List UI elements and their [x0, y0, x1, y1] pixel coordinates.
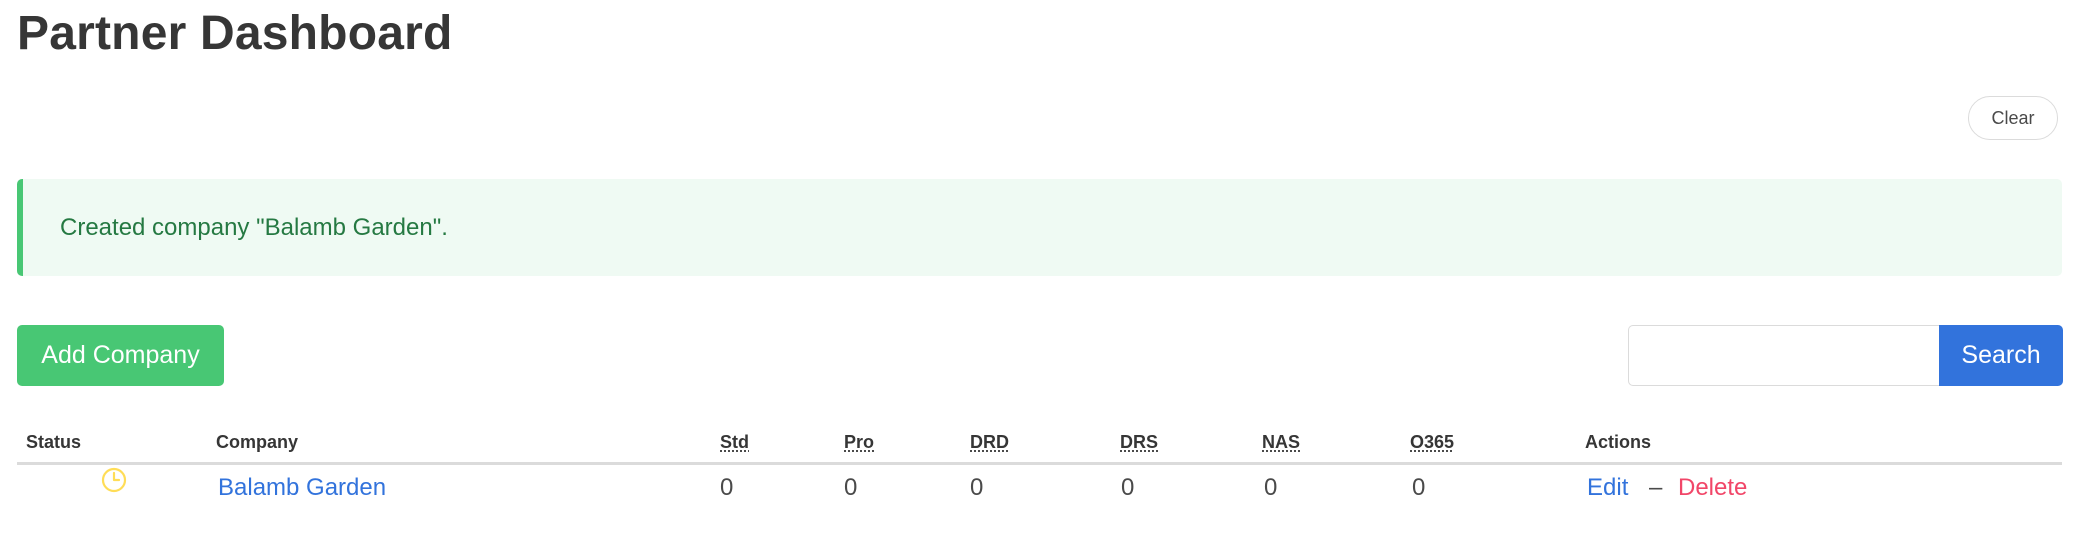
header-o365[interactable]: O365 [1410, 432, 1454, 453]
table-header: Status Company Std Pro DRD DRS NAS O365 … [17, 428, 2062, 465]
action-separator: – [1649, 474, 1663, 501]
delete-link[interactable]: Delete [1678, 474, 1747, 502]
cell-drd: 0 [970, 474, 984, 501]
clear-button[interactable]: Clear [1968, 96, 2058, 140]
header-drd[interactable]: DRD [970, 432, 1009, 453]
cell-drs: 0 [1121, 474, 1135, 501]
search-button[interactable]: Search [1939, 325, 2063, 386]
cell-o365: 0 [1412, 474, 1426, 501]
page-title: Partner Dashboard [17, 7, 453, 60]
header-drs[interactable]: DRS [1120, 432, 1158, 453]
table-row: Balamb Garden 0 0 0 0 0 0 Edit – Delete [17, 465, 2062, 510]
header-pro[interactable]: Pro [844, 432, 874, 453]
search-input[interactable] [1628, 325, 1940, 386]
notification-message: Created company "Balamb Garden". [60, 213, 448, 241]
header-company: Company [216, 432, 299, 452]
clock-icon [101, 467, 127, 493]
header-nas[interactable]: NAS [1262, 432, 1300, 453]
success-notification: Created company "Balamb Garden". [17, 179, 2062, 276]
cell-pro: 0 [844, 474, 858, 501]
header-std[interactable]: Std [720, 432, 749, 453]
header-status: Status [26, 432, 82, 452]
add-company-button[interactable]: Add Company [17, 325, 224, 386]
header-actions: Actions [1585, 432, 1652, 452]
company-link[interactable]: Balamb Garden [218, 474, 386, 502]
cell-nas: 0 [1264, 474, 1278, 501]
cell-std: 0 [720, 474, 734, 501]
edit-link[interactable]: Edit [1587, 474, 1628, 502]
